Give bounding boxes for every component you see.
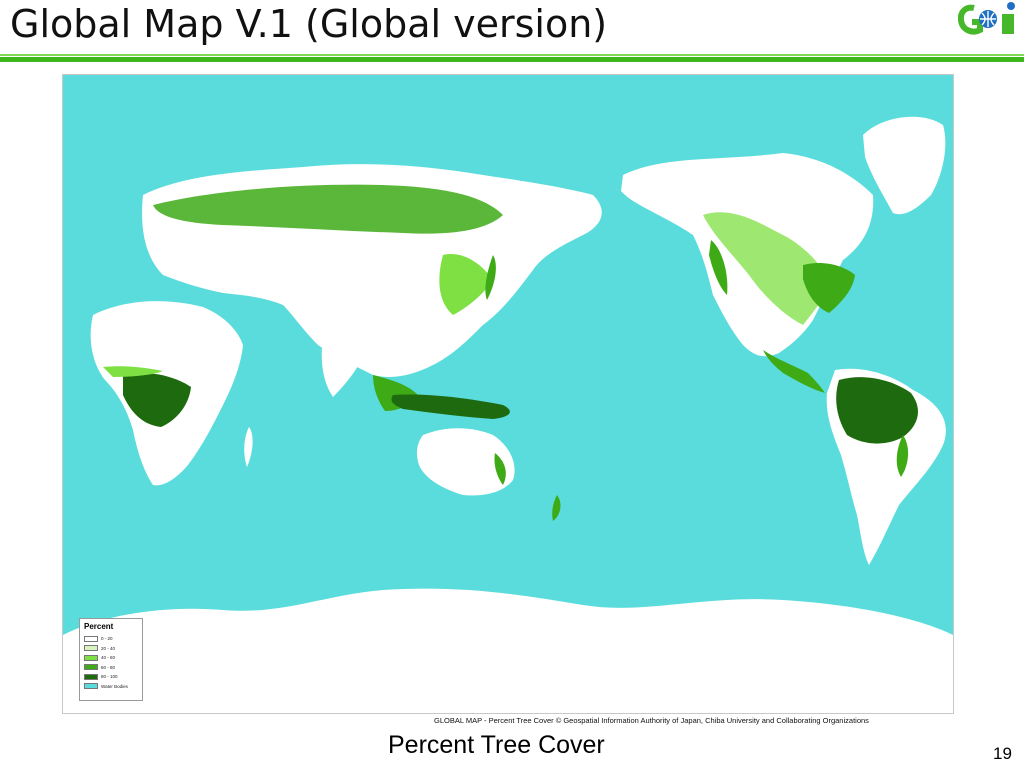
- legend-swatch: [84, 645, 98, 652]
- legend-swatch: [84, 673, 98, 680]
- legend-item: 80 - 100: [84, 672, 138, 682]
- gsi-logo: [958, 2, 1015, 35]
- slide-caption: Percent Tree Cover: [388, 731, 605, 759]
- legend-label: 40 - 60: [101, 655, 116, 661]
- legend-label: 80 - 100: [101, 674, 118, 680]
- title-divider-light: [0, 54, 1024, 56]
- world-map: [63, 75, 953, 713]
- map-credit: GLOBAL MAP - Percent Tree Cover © Geospa…: [434, 716, 869, 725]
- map-legend: Percent 0 - 20 20 - 40 40 - 60 60 - 80 8…: [79, 618, 143, 701]
- page-number: 19: [993, 744, 1012, 763]
- legend-label: 0 - 20: [101, 636, 113, 642]
- legend-item: 60 - 80: [84, 663, 138, 673]
- legend-swatch: [84, 654, 98, 661]
- legend-label: Water Bodies: [101, 683, 128, 689]
- legend-swatch: [84, 664, 98, 671]
- legend-item: 20 - 40: [84, 644, 138, 654]
- legend-item: 40 - 60: [84, 653, 138, 663]
- slide-title: Global Map V.1 (Global version): [10, 2, 608, 46]
- slide: Global Map V.1 (Global version) Percent …: [0, 0, 1024, 768]
- legend-label: 20 - 40: [101, 645, 116, 651]
- legend-swatch: [84, 683, 98, 690]
- legend-item: 0 - 20: [84, 634, 138, 644]
- legend-title: Percent: [84, 622, 114, 631]
- title-divider: [0, 57, 1024, 62]
- percent-tree-cover-map: Percent 0 - 20 20 - 40 40 - 60 60 - 80 8…: [62, 74, 954, 714]
- legend-swatch: [84, 635, 98, 642]
- legend-label: 60 - 80: [101, 664, 116, 670]
- legend-item: Water Bodies: [84, 682, 138, 692]
